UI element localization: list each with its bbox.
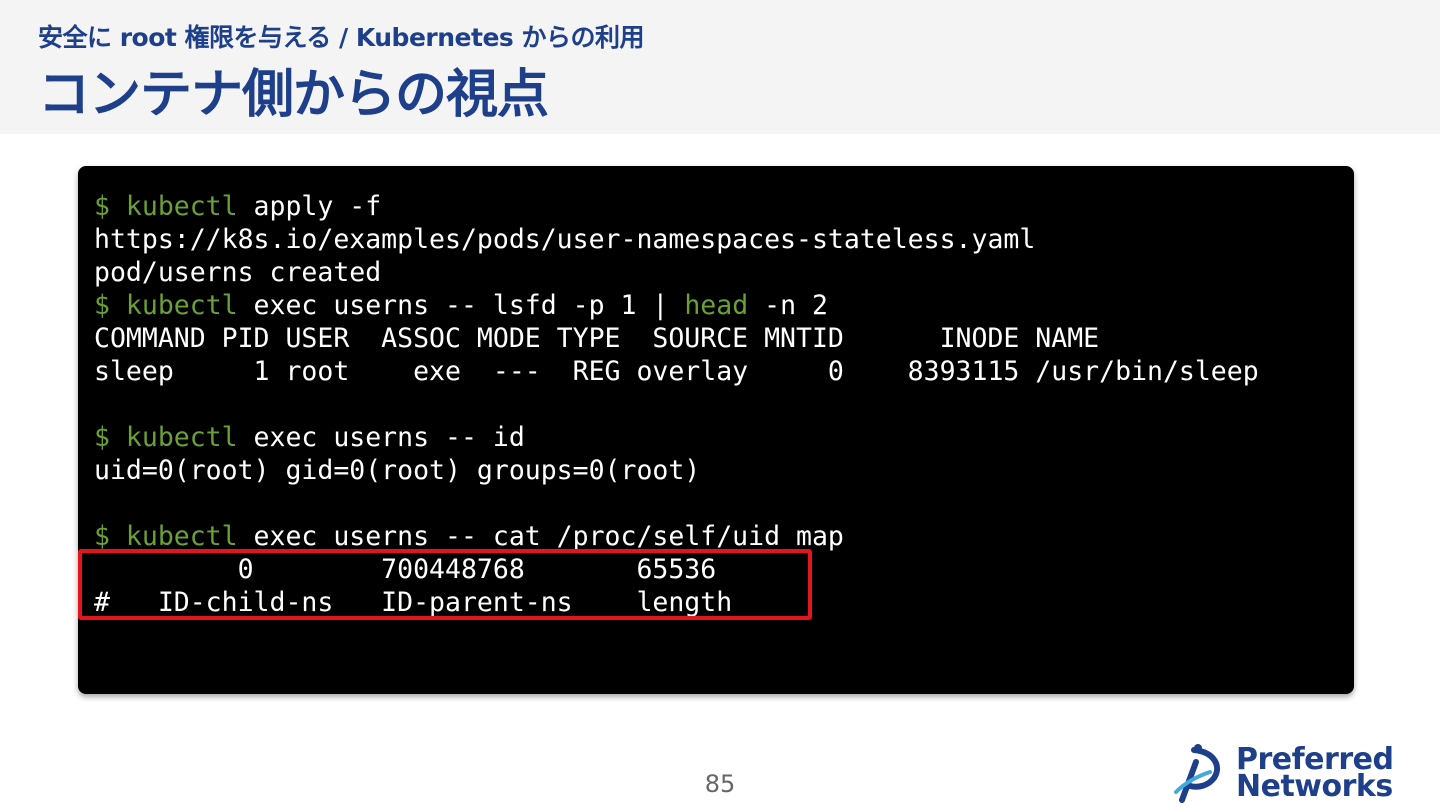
terminal-line: https://k8s.io/examples/pods/user-namesp… bbox=[94, 223, 1259, 256]
terminal-text: exec userns -- lsfd -p 1 | bbox=[237, 290, 685, 321]
uid-map-highlight bbox=[78, 549, 812, 620]
command-keyword: head bbox=[684, 290, 749, 321]
terminal-text: apply -f bbox=[237, 191, 382, 222]
terminal-text: pod/userns created bbox=[94, 257, 382, 288]
terminal-line: COMMAND PID USER ASSOC MODE TYPE SOURCE … bbox=[94, 322, 1259, 355]
slide-title: コンテナ側からの視点 bbox=[38, 65, 549, 125]
terminal-text: -n 2 bbox=[748, 290, 828, 321]
terminal-text: exec userns -- id bbox=[237, 422, 525, 453]
terminal-text: uid=0(root) gid=0(root) groups=0(root) bbox=[94, 455, 701, 486]
command-keyword: $ kubectl bbox=[94, 290, 238, 321]
command-keyword: $ kubectl bbox=[94, 521, 238, 552]
terminal-line: uid=0(root) gid=0(root) groups=0(root) bbox=[94, 454, 1259, 487]
terminal-line: sleep 1 root exe --- REG overlay 0 83931… bbox=[94, 355, 1259, 388]
command-keyword: $ kubectl bbox=[94, 191, 238, 222]
terminal-line: $ kubectl exec userns -- id bbox=[94, 421, 1259, 454]
preferred-networks-logo: Preferred Networks bbox=[1172, 742, 1422, 804]
terminal-text: exec userns -- cat /proc/self/uid_map bbox=[237, 521, 844, 552]
terminal-line: pod/userns created bbox=[94, 256, 1259, 289]
terminal-text: https://k8s.io/examples/pods/user-namesp… bbox=[94, 224, 1036, 255]
terminal-line: $ kubectl exec userns -- lsfd -p 1 | hea… bbox=[94, 289, 1259, 322]
slide-header: 安全に root 権限を与える / Kubernetes からの利用 コンテナ側… bbox=[0, 0, 1440, 134]
terminal-text: sleep 1 root exe --- REG overlay 0 83931… bbox=[94, 356, 1259, 387]
logo-mark-icon bbox=[1174, 744, 1221, 803]
terminal-line: $ kubectl apply -f bbox=[94, 190, 1259, 223]
logo-text-line2: Networks bbox=[1236, 769, 1393, 804]
terminal-text: COMMAND PID USER ASSOC MODE TYPE SOURCE … bbox=[94, 323, 1100, 354]
terminal-window: $ kubectl apply -f https://k8s.io/example… bbox=[78, 166, 1354, 694]
slide-subtitle: 安全に root 権限を与える / Kubernetes からの利用 bbox=[38, 23, 644, 52]
command-keyword: $ kubectl bbox=[94, 422, 238, 453]
